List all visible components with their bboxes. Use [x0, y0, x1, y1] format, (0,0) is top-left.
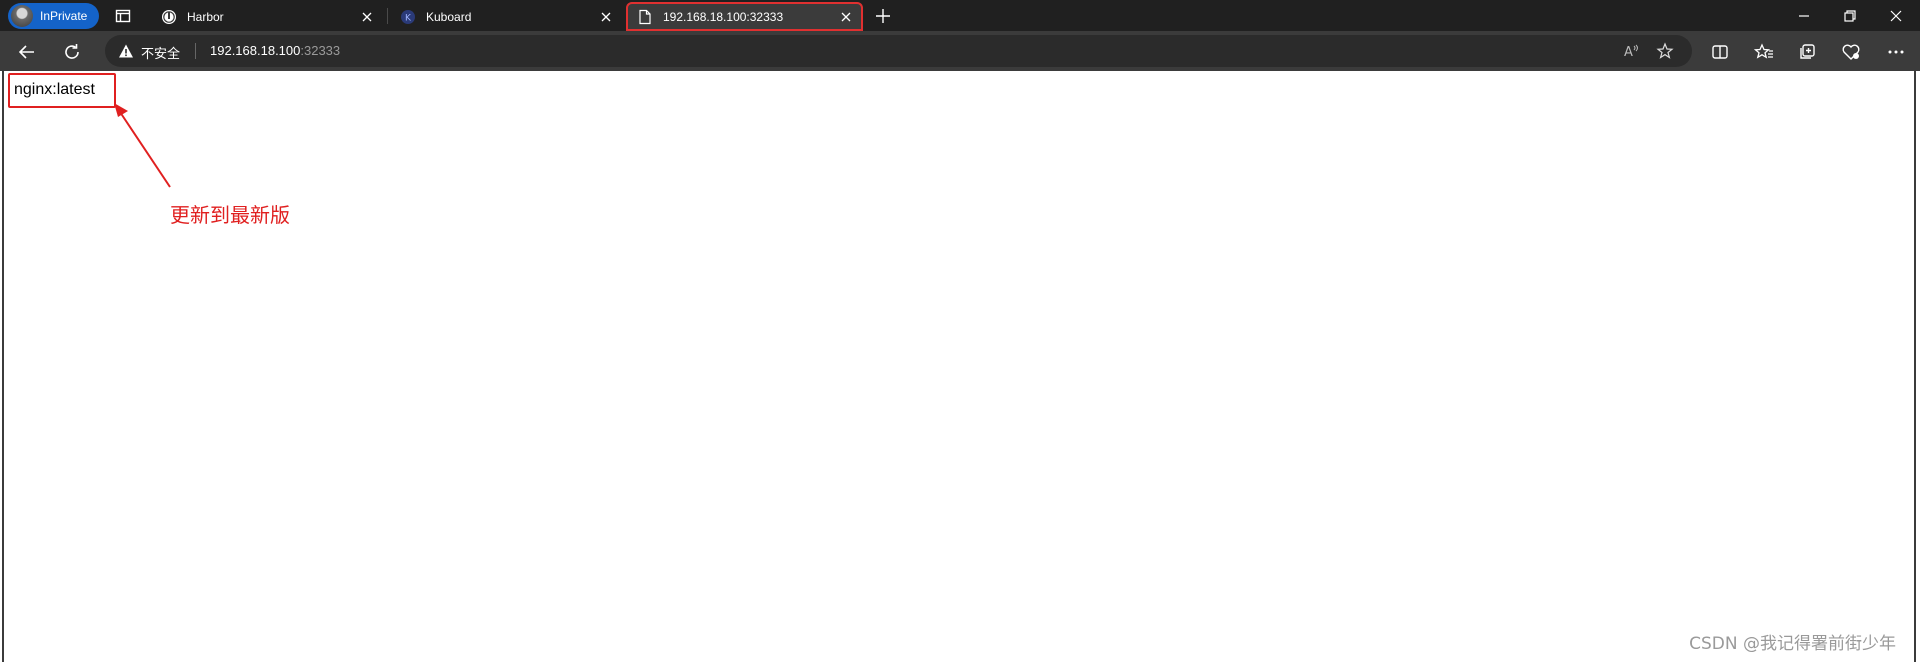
inprivate-profile-button[interactable]: InPrivate — [8, 3, 99, 29]
back-icon[interactable] — [17, 42, 37, 62]
close-icon[interactable] — [358, 8, 376, 26]
profile-label: InPrivate — [40, 9, 88, 23]
favorites-icon[interactable] — [1754, 42, 1774, 62]
page-viewport: nginx:latest 更新到最新版 CSDN @我记得署前街少年 — [2, 71, 1916, 662]
address-separator — [195, 43, 196, 59]
tab-separator — [387, 8, 388, 24]
svg-text:A: A — [1624, 45, 1633, 60]
address-bar[interactable]: 不安全 192.168.18.100:32333 A — [105, 35, 1692, 67]
refresh-icon[interactable] — [62, 42, 82, 62]
warning-icon[interactable] — [118, 43, 134, 59]
harbor-icon — [160, 8, 177, 25]
tab-active-192-168-18-100[interactable]: 192.168.18.100:32333 — [626, 2, 863, 31]
tab-harbor[interactable]: Harbor — [150, 2, 384, 31]
browser-essentials-icon[interactable] — [1841, 42, 1861, 62]
annotation-arrow-icon — [114, 103, 171, 188]
tab-strip: InPrivate Harbor K Kuboard 192.168.18.10… — [0, 0, 1920, 31]
favorite-star-icon[interactable] — [1656, 42, 1674, 60]
url-text[interactable]: 192.168.18.100:32333 — [210, 43, 340, 58]
avatar — [11, 5, 33, 27]
read-aloud-icon[interactable]: A — [1622, 42, 1640, 60]
minimize-icon[interactable] — [1795, 7, 1813, 25]
tab-title: Kuboard — [426, 9, 472, 24]
url-port: :32333 — [300, 43, 341, 58]
annotation-label: 更新到最新版 — [170, 203, 290, 227]
restore-icon[interactable] — [1841, 7, 1859, 25]
window-close-icon[interactable] — [1887, 7, 1905, 25]
security-status-label[interactable]: 不安全 — [141, 43, 180, 62]
navigation-toolbar: 不安全 192.168.18.100:32333 A — [0, 31, 1920, 71]
close-icon[interactable] — [837, 8, 855, 26]
more-menu-icon[interactable] — [1886, 42, 1906, 62]
close-icon[interactable] — [597, 8, 615, 26]
tab-actions-icon[interactable] — [114, 7, 132, 25]
new-tab-icon[interactable] — [874, 7, 892, 25]
collections-icon[interactable] — [1797, 42, 1817, 62]
url-host: 192.168.18.100 — [210, 43, 301, 58]
tab-kuboard[interactable]: K Kuboard — [389, 2, 623, 31]
watermark: CSDN @我记得署前街少年 — [1689, 634, 1896, 654]
highlight-box — [8, 73, 116, 108]
tab-title: 192.168.18.100:32333 — [663, 9, 784, 24]
tab-title: Harbor — [187, 9, 224, 24]
page-icon — [636, 8, 653, 25]
split-screen-icon[interactable] — [1710, 42, 1730, 62]
kuboard-icon: K — [399, 8, 416, 25]
